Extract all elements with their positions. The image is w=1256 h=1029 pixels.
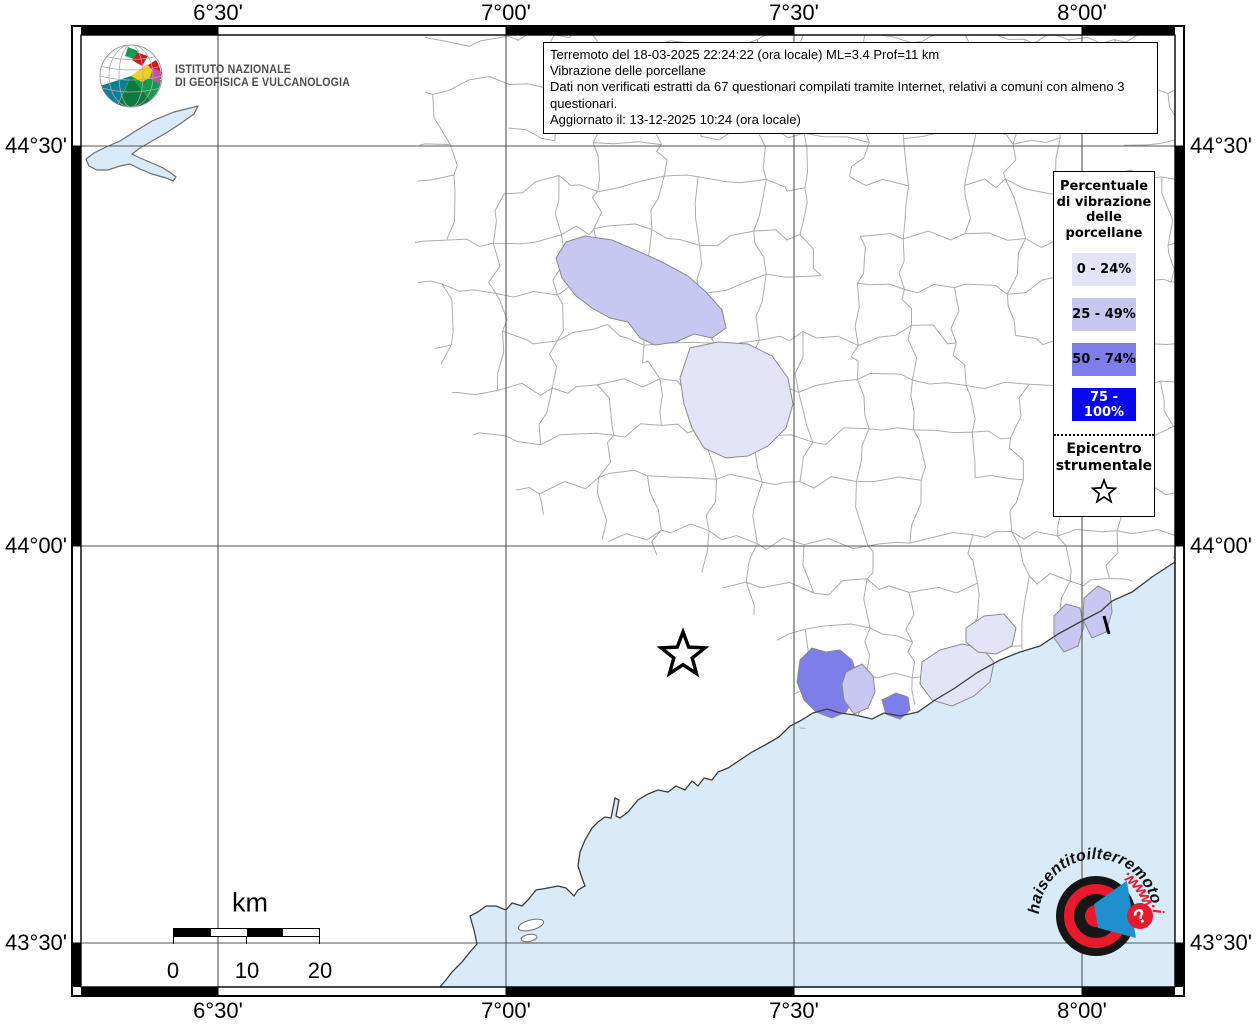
legend-box: Percentuale di vibrazione delle porcella… [1053, 171, 1155, 517]
scale-tick-label: 20 [307, 958, 333, 983]
scale-tick-label: 0 [166, 958, 180, 983]
axis-label-bottom: 6°30' [193, 998, 243, 1023]
axis-label-right: 44°00' [1190, 533, 1252, 558]
scale-segment [210, 929, 247, 936]
scale-segment [174, 929, 211, 936]
info-line-source: Dati non verificati estratti da 67 quest… [550, 79, 1125, 111]
frame-band-black [81, 27, 218, 35]
axis-label-right: 43°30' [1190, 930, 1252, 955]
frame-band-black [1082, 27, 1175, 35]
frame-band-black [73, 146, 81, 546]
legend-separator [1054, 434, 1154, 436]
axis-label-right: 44°30' [1190, 133, 1252, 158]
legend-class-swatch: 25 - 49% [1072, 298, 1136, 331]
scale-segment [282, 929, 320, 936]
axis-label-bottom: 7°00' [481, 998, 531, 1023]
scale-tick [246, 937, 247, 944]
legend-class-swatch: 75 - 100% [1072, 388, 1136, 421]
scale-segment [247, 929, 283, 936]
ingv-org-name: ISTITUTO NAZIONALE DI GEOFISICA E VULCAN… [175, 64, 350, 91]
legend-epicenter-label: Epicentro [1066, 441, 1142, 457]
info-line-updated: Aggiornato il: 13-12-2025 10:24 (ora loc… [550, 111, 801, 127]
legend-class-swatch: 50 - 74% [1072, 343, 1136, 376]
axis-label-top: 8°00' [1057, 0, 1107, 25]
frame-band-black [81, 987, 218, 995]
ingv-org-line2: DI GEOFISICA E VULCANOLOGIA [175, 77, 351, 89]
axis-label-top: 6°30' [193, 0, 243, 25]
frame-band-black [73, 943, 81, 987]
legend-title-line: Percentuale [1059, 179, 1149, 194]
frame-band-black [506, 987, 794, 995]
ingv-org-line1: ISTITUTO NAZIONALE [175, 63, 291, 76]
scale-tick-label: 10 [234, 958, 260, 983]
scale-tick [319, 937, 320, 944]
axis-label-top: 7°30' [769, 0, 819, 25]
legend-class-swatch: 0 - 24% [1072, 253, 1136, 286]
scale-bar-unit: km [232, 887, 268, 918]
frame-band-black [1175, 146, 1183, 546]
axis-label-bottom: 7°30' [769, 998, 819, 1023]
axis-label-left: 43°30' [5, 930, 67, 955]
earthquake-info-box: Terremoto del 18-03-2025 22:24:22 (ora l… [543, 42, 1158, 135]
axis-label-left: 44°00' [5, 533, 67, 558]
axis-label-left: 44°30' [5, 133, 67, 158]
legend-title: Percentuale di vibrazione delle porcella… [1054, 179, 1154, 241]
info-line-event: Terremoto del 18-03-2025 22:24:22 (ora l… [550, 47, 940, 62]
info-line-effect: Vibrazione delle porcellane [550, 63, 706, 79]
ingv-globe-icon [99, 44, 163, 108]
frame-band-black [506, 27, 794, 35]
epicenter-star-icon [1090, 477, 1118, 504]
legend-title-line: porcellane [1065, 225, 1143, 241]
scale-bar-segments [173, 928, 320, 937]
axis-label-top: 7°00' [481, 0, 531, 25]
seismic-intensity-map-page: ISTITUTO NAZIONALE DI GEOFISICA E VULCAN… [0, 0, 1256, 1024]
legend-epicenter-label: strumentale [1055, 458, 1153, 474]
legend-classes: 0 - 24% 25 - 49% 50 - 74% 75 - 100% [1054, 253, 1154, 421]
scale-tick [173, 937, 174, 944]
ingv-branding: ISTITUTO NAZIONALE DI GEOFISICA E VULCAN… [98, 44, 365, 110]
haisentitoilterremoto-logo: ? haisentitoilterremoto.it www. [1012, 824, 1166, 956]
legend-title-line: di vibrazione [1056, 194, 1152, 210]
legend-title-line: delle [1086, 210, 1122, 225]
